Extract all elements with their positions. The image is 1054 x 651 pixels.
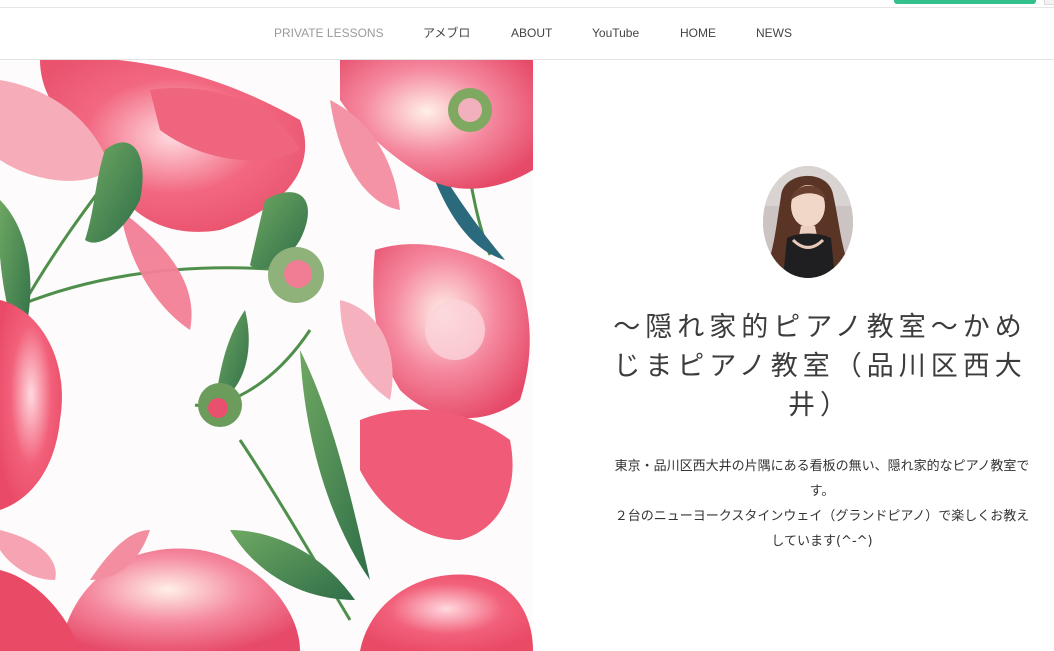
site-title: ～隠れ家的ピアノ教室～かめじまピアノ教室（品川区西大井）	[613, 312, 1027, 421]
profile-photo	[763, 166, 853, 278]
nav-youtube[interactable]: YouTube	[592, 9, 639, 59]
top-admin-strip	[0, 0, 1054, 8]
top-corner-control[interactable]	[1044, 0, 1054, 5]
description-line-1: 東京・品川区西大井の片隅にある看板の無い、隠れ家的なピアノ教室です。	[614, 459, 1030, 499]
main-navigation: PRIVATE LESSONS アメブロ ABOUT YouTube HOME …	[0, 9, 1054, 60]
site-description: 東京・品川区西大井の片隅にある看板の無い、隠れ家的なピアノ教室です。 ２台のニュ…	[610, 454, 1034, 554]
nav-ameblo[interactable]: アメブロ	[423, 9, 470, 59]
nav-news[interactable]: NEWS	[756, 9, 792, 59]
avatar	[763, 166, 853, 278]
nav-home[interactable]: HOME	[680, 9, 716, 59]
top-accent-button[interactable]	[894, 0, 1036, 4]
description-line-2: ２台のニューヨークスタインウェイ（グランドピアノ）で楽しくお教えしています(^-…	[614, 509, 1030, 549]
hero-peony-illustration	[0, 60, 533, 651]
nav-about[interactable]: ABOUT	[511, 9, 552, 59]
nav-private-lessons[interactable]: PRIVATE LESSONS	[274, 9, 384, 59]
